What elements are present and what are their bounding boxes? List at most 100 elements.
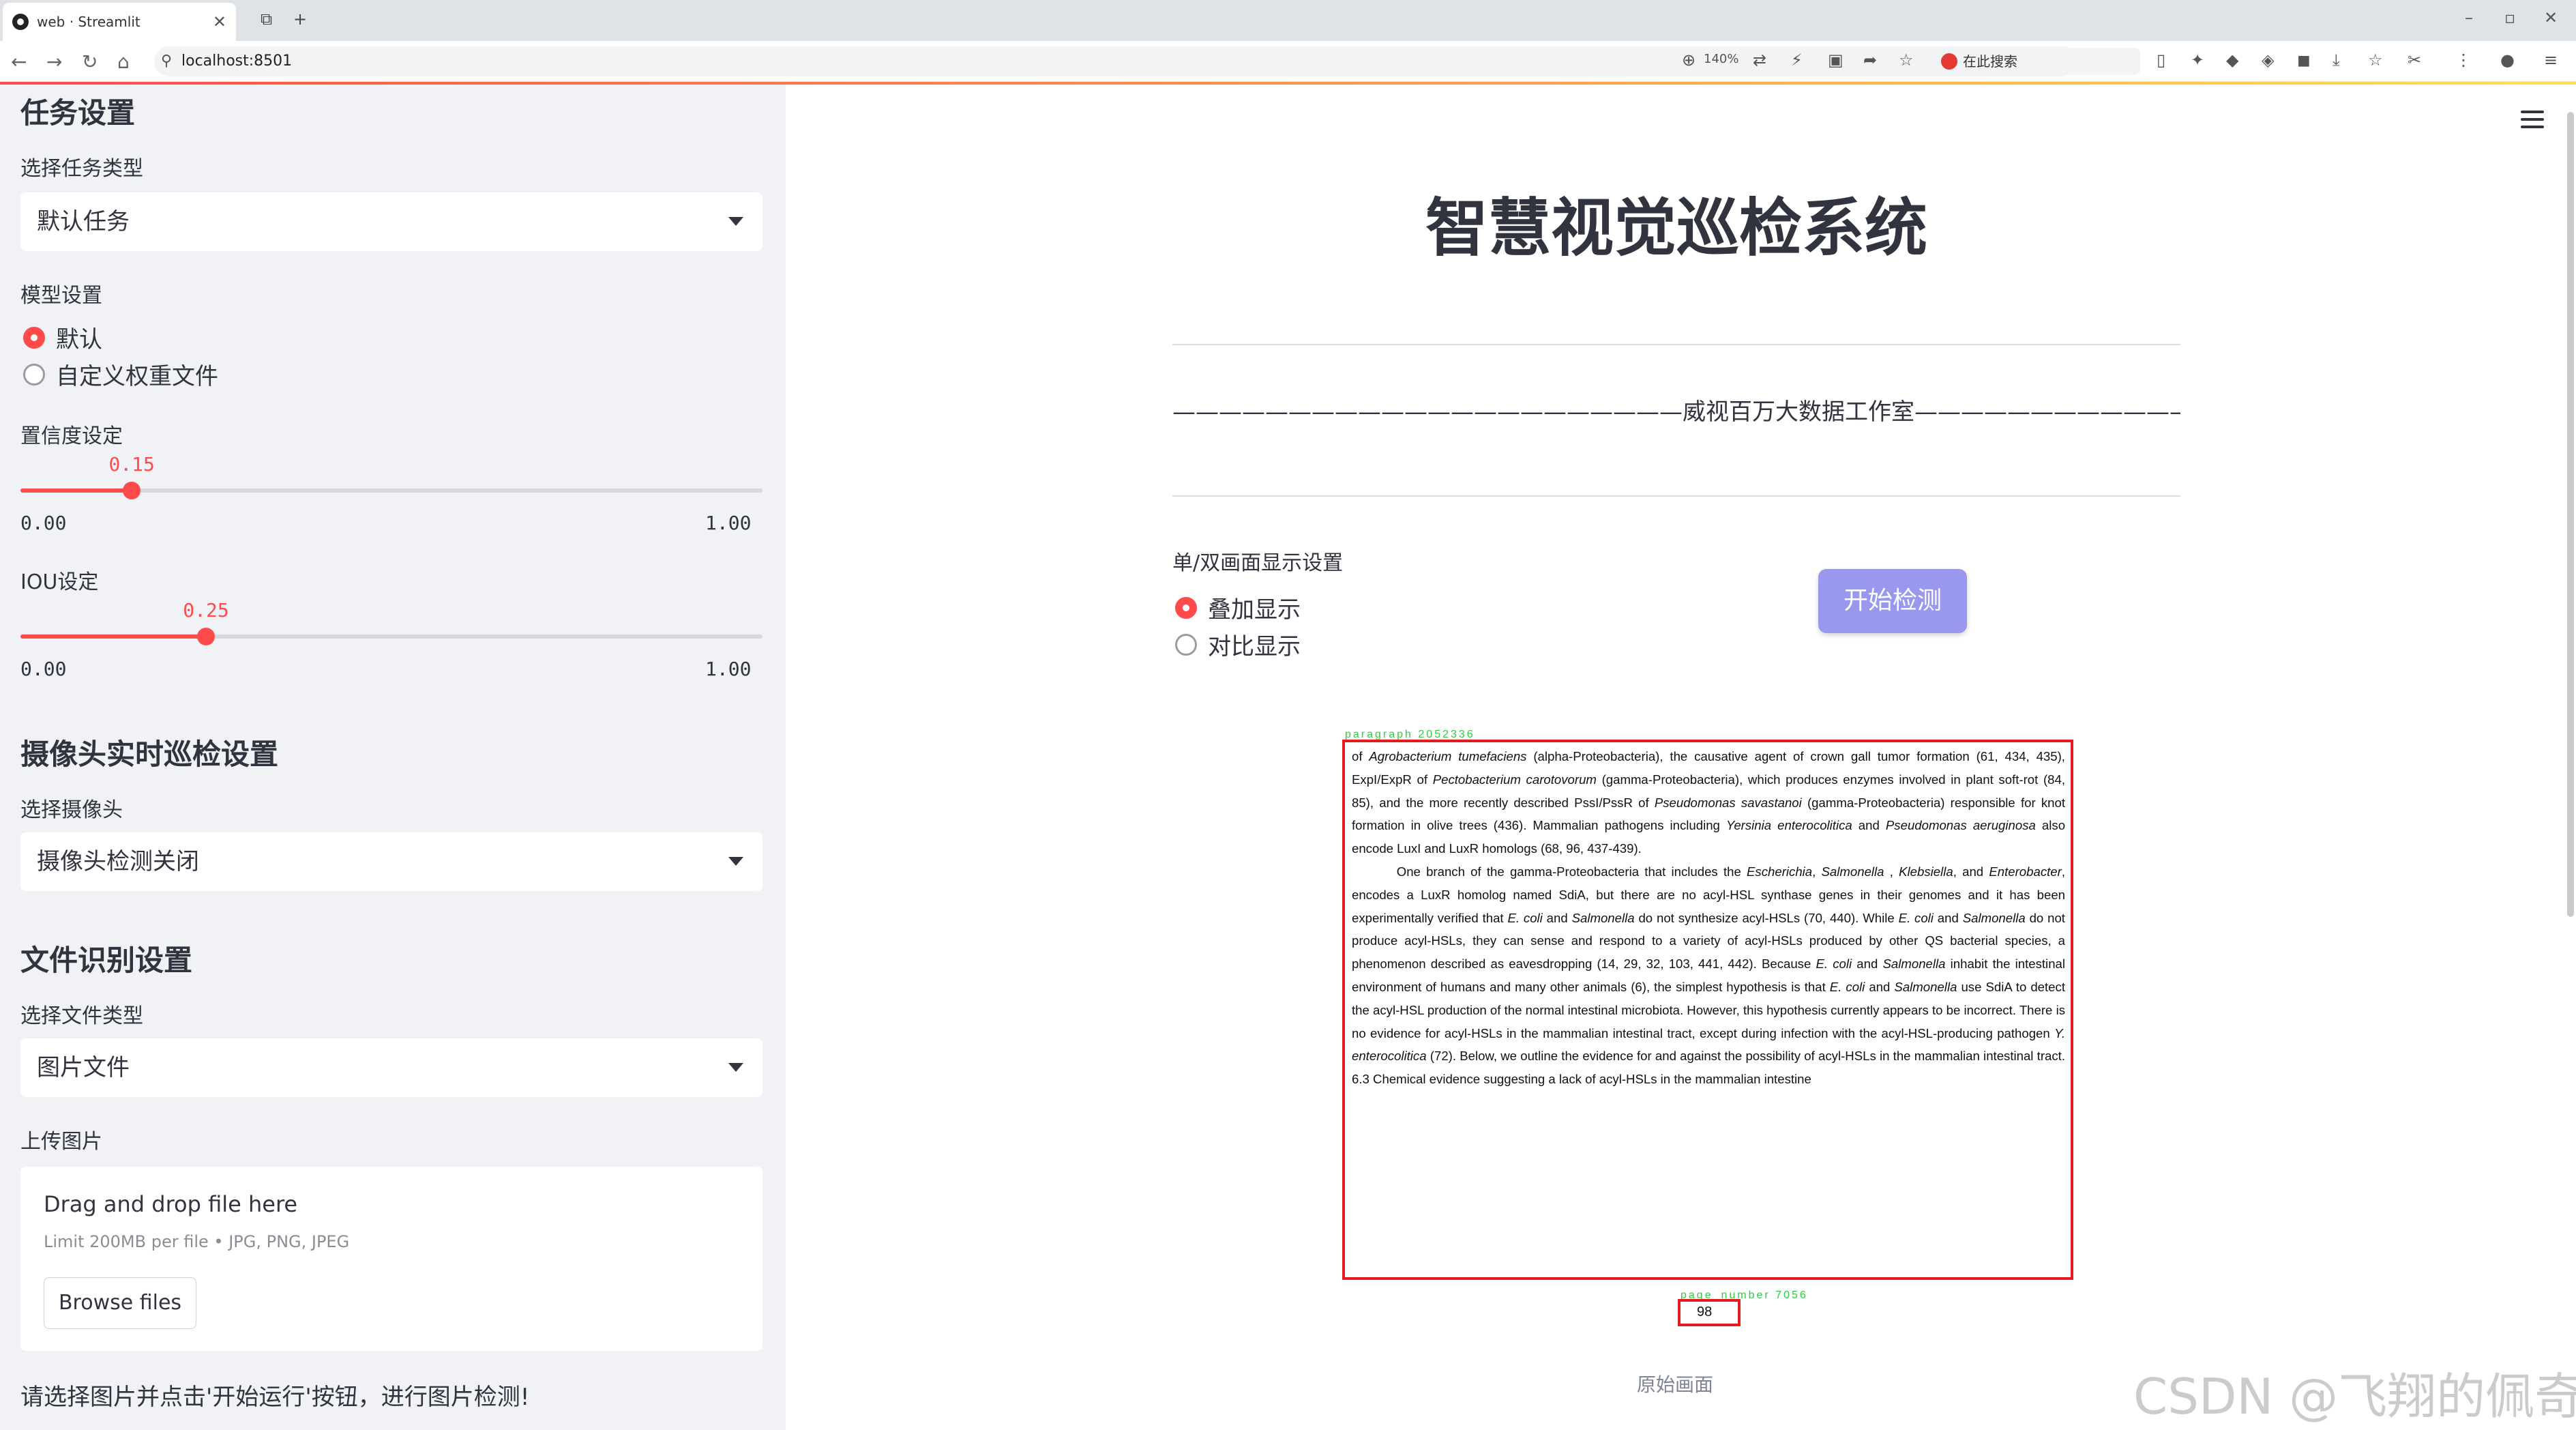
close-tab-icon[interactable]: ✕ bbox=[213, 12, 226, 31]
cut-icon[interactable]: ✂ bbox=[2408, 50, 2421, 70]
file-section-heading: 文件识别设置 bbox=[20, 944, 193, 977]
restore-icon[interactable]: ▫ bbox=[2504, 8, 2515, 27]
favorite-star-icon[interactable]: ☆ bbox=[1899, 50, 1914, 70]
new-tab-icon[interactable]: + bbox=[293, 10, 307, 29]
file-uploader-dropzone[interactable]: Drag and drop file here Limit 200MB per … bbox=[20, 1167, 763, 1351]
start-detection-button[interactable]: 开始检测 bbox=[1818, 569, 1967, 633]
url-text: localhost:8501 bbox=[181, 53, 293, 70]
extension-4-icon[interactable]: ◼ bbox=[2297, 50, 2311, 70]
iou-label: IOU设定 bbox=[20, 570, 99, 594]
studio-banner: ——————————————————————威视百万大数据工作室————————… bbox=[1172, 398, 2180, 426]
camera-label: 选择摄像头 bbox=[20, 798, 123, 822]
vertical-scrollbar[interactable] bbox=[2567, 112, 2574, 917]
document-paragraph: of Agrobacterium tumefaciens (alpha-Prot… bbox=[1352, 749, 2066, 1087]
file-type-value: 图片文件 bbox=[37, 1054, 130, 1081]
confidence-value: 0.15 bbox=[108, 453, 155, 476]
extension-2-icon[interactable]: ◆ bbox=[2226, 50, 2238, 70]
chevron-down-icon bbox=[728, 1063, 743, 1072]
radio-unselected-icon bbox=[1175, 633, 1197, 656]
browser-search-box[interactable]: 在此搜索 bbox=[1936, 48, 2140, 75]
display-option-label: 对比显示 bbox=[1208, 633, 1301, 660]
slider-fill bbox=[20, 488, 132, 493]
camera-section-heading: 摄像头实时巡检设置 bbox=[20, 738, 279, 771]
camera-select[interactable]: 摄像头检测关闭 bbox=[20, 832, 763, 891]
model-option-custom[interactable]: 自定义权重文件 bbox=[23, 358, 218, 391]
sidebar-icon[interactable]: ▯ bbox=[2157, 50, 2165, 70]
display-option-overlay[interactable]: 叠加显示 bbox=[1175, 591, 1301, 624]
model-label: 模型设置 bbox=[20, 284, 102, 308]
bookmark-star-icon[interactable]: ☆ bbox=[2368, 50, 2383, 70]
divider bbox=[1172, 344, 2180, 345]
browser-tabbar: web · Streamlit ✕ ⧉ + – ▫ ✕ bbox=[0, 0, 2576, 41]
chevron-down-icon bbox=[728, 857, 743, 866]
chevron-down-icon bbox=[728, 217, 743, 226]
share-icon[interactable]: ➦ bbox=[1863, 50, 1877, 70]
address-bar[interactable]: ⚲ localhost:8501 bbox=[154, 46, 2077, 76]
zoom-icon[interactable]: ⊕ bbox=[1682, 50, 1696, 70]
image-caption: 原始画面 bbox=[1637, 1373, 1714, 1396]
radio-unselected-icon bbox=[23, 363, 45, 385]
search-icon: ⚲ bbox=[161, 53, 173, 70]
display-option-compare[interactable]: 对比显示 bbox=[1175, 628, 1301, 661]
reload-icon[interactable]: ↻ bbox=[82, 50, 98, 73]
tab-groups-icon[interactable]: ⧉ bbox=[261, 10, 272, 29]
slider-thumb[interactable] bbox=[123, 482, 141, 499]
lightning-icon[interactable]: ⚡ bbox=[1791, 50, 1803, 70]
task-section-heading: 任务设置 bbox=[20, 96, 136, 130]
display-mode-label: 单/双画面显示设置 bbox=[1172, 551, 1344, 575]
home-icon[interactable]: ⌂ bbox=[117, 50, 130, 73]
confidence-label: 置信度设定 bbox=[20, 424, 123, 448]
upload-label: 上传图片 bbox=[20, 1130, 102, 1154]
iou-max: 1.00 bbox=[705, 658, 752, 680]
radio-selected-icon bbox=[23, 326, 45, 349]
extension-icon[interactable]: ✦ bbox=[2191, 50, 2204, 70]
slider-thumb[interactable] bbox=[197, 628, 215, 645]
page-number: 98 bbox=[1697, 1304, 1713, 1319]
task-type-select[interactable]: 默认任务 bbox=[20, 192, 763, 251]
browser-tab[interactable]: web · Streamlit ✕ bbox=[3, 3, 236, 41]
sidebar: 任务设置 选择任务类型 默认任务 模型设置 默认 自定义权重文件 置信度设定 0… bbox=[0, 85, 786, 1430]
confidence-slider[interactable] bbox=[20, 482, 763, 499]
camera-value: 摄像头检测关闭 bbox=[37, 848, 199, 875]
browse-files-button[interactable]: Browse files bbox=[44, 1277, 196, 1329]
radio-selected-icon bbox=[1175, 596, 1197, 619]
avatar[interactable]: ● bbox=[2500, 50, 2515, 70]
iou-value: 0.25 bbox=[183, 599, 229, 622]
extension-3-icon[interactable]: ◈ bbox=[2262, 50, 2274, 70]
task-type-label: 选择任务类型 bbox=[20, 157, 143, 181]
minimize-icon[interactable]: – bbox=[2465, 8, 2473, 27]
model-option-default[interactable]: 默认 bbox=[23, 321, 102, 354]
translate-icon[interactable]: ⇄ bbox=[1753, 50, 1766, 70]
divider bbox=[1172, 495, 2180, 497]
task-type-value: 默认任务 bbox=[37, 208, 130, 235]
slider-fill bbox=[20, 634, 206, 639]
more-icon[interactable]: ⋮ bbox=[2455, 50, 2472, 70]
zoom-level[interactable]: 140% bbox=[1704, 52, 1738, 66]
iou-slider[interactable] bbox=[20, 628, 763, 645]
display-option-label: 叠加显示 bbox=[1208, 596, 1301, 624]
file-type-select[interactable]: 图片文件 bbox=[20, 1038, 763, 1097]
model-option-label: 默认 bbox=[56, 326, 102, 353]
search-engine-icon bbox=[1941, 53, 1957, 70]
tab-title: web · Streamlit bbox=[37, 14, 140, 30]
browser-toolbar: ← → ↻ ⌂ ⚲ localhost:8501 ⊕ 140% ⇄ ⚡ ▣ ➦ … bbox=[0, 41, 2576, 82]
back-icon[interactable]: ← bbox=[11, 50, 27, 73]
download-icon[interactable]: ⤓ bbox=[2333, 50, 2340, 70]
upload-instruction: Drag and drop file here bbox=[44, 1191, 298, 1217]
confidence-min: 0.00 bbox=[20, 512, 67, 534]
forward-icon[interactable]: → bbox=[46, 50, 62, 73]
confidence-max: 1.00 bbox=[705, 512, 752, 534]
sidebar-note: 请选择图片并点击'开始运行'按钮，进行图片检测! bbox=[20, 1384, 530, 1411]
file-type-label: 选择文件类型 bbox=[20, 1004, 143, 1028]
hamburger-menu-icon[interactable] bbox=[2521, 111, 2544, 128]
upload-limit: Limit 200MB per file • JPG, PNG, JPEG bbox=[44, 1232, 350, 1251]
screen: web · Streamlit ✕ ⧉ + – ▫ ✕ ← → ↻ ⌂ ⚲ lo… bbox=[0, 0, 2576, 1430]
watermark: CSDN @飞翔的佩奇 bbox=[2133, 1368, 2576, 1425]
page-title: 智慧视觉巡检系统 bbox=[1425, 192, 1927, 265]
model-option-label: 自定义权重文件 bbox=[56, 363, 218, 390]
streamlit-favicon-icon bbox=[12, 14, 29, 30]
menu-icon[interactable]: ≡ bbox=[2544, 50, 2558, 70]
close-window-icon[interactable]: ✕ bbox=[2544, 8, 2558, 27]
screenshot-icon[interactable]: ▣ bbox=[1828, 50, 1844, 70]
iou-min: 0.00 bbox=[20, 658, 67, 680]
